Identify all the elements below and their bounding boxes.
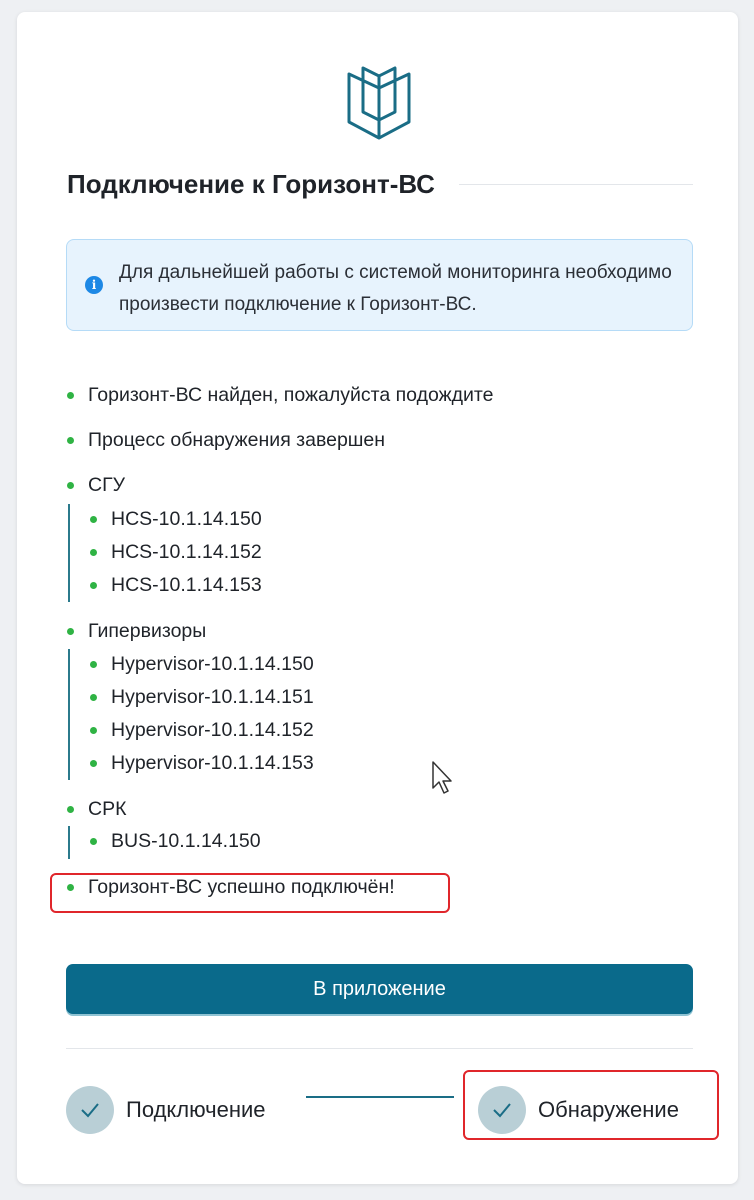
status-dot [67,482,74,489]
log-group-sgu: СГУ [67,474,125,497]
status-dot [90,549,97,556]
status-dot [67,392,74,399]
step-highlight [463,1070,719,1140]
list-item-text: HCS-10.1.14.152 [111,541,262,563]
log-text: Горизонт-ВС найден, пожалуйста подождите [88,384,494,406]
list-item-text: Hypervisor-10.1.14.152 [111,719,314,741]
list-item-text: HCS-10.1.14.153 [111,574,262,596]
log-group-label: СГУ [88,474,126,496]
list-item-text: Hypervisor-10.1.14.153 [111,752,314,774]
group-tree-line [68,826,70,859]
log-text: Процесс обнаружения завершен [88,429,386,451]
status-dot [90,760,97,767]
log-group-label: Гипервизоры [88,620,207,642]
list-item-text: Hypervisor-10.1.14.150 [111,653,314,675]
list-item-text: Hypervisor-10.1.14.151 [111,686,314,708]
log-group-hypervisors: Гипервизоры [67,620,206,643]
log-entry-found: Горизонт-ВС найден, пожалуйста подождите [67,384,493,407]
mouse-cursor-icon [432,761,452,794]
connection-card: Подключение к Горизонт-ВС i Для дальнейш… [17,12,738,1184]
list-item-text: BUS-10.1.14.150 [111,830,261,852]
log-group-srk: СРК [67,798,126,821]
group-tree-line [68,649,70,780]
success-highlight [50,873,450,913]
list-item-text: HCS-10.1.14.150 [111,508,262,530]
status-dot [90,694,97,701]
list-item: Hypervisor-10.1.14.150 [90,653,314,676]
list-item: HCS-10.1.14.152 [90,541,262,564]
open-app-button[interactable]: В приложение [66,964,693,1014]
status-dot [90,661,97,668]
list-item: Hypervisor-10.1.14.151 [90,686,314,709]
status-dot [67,806,74,813]
log-entry-discovery: Процесс обнаружения завершен [67,429,385,452]
list-item: HCS-10.1.14.150 [90,508,262,531]
status-dot [90,582,97,589]
step-label: Подключение [126,1097,266,1122]
step-connector [306,1096,454,1098]
list-item: Hypervisor-10.1.14.153 [90,752,314,775]
status-dot [90,838,97,845]
log-group-label: СРК [88,798,127,820]
list-item: BUS-10.1.14.150 [90,830,261,853]
status-dot [67,628,74,635]
section-divider [66,1048,693,1049]
status-dot [90,516,97,523]
list-item: HCS-10.1.14.153 [90,574,262,597]
check-icon [66,1086,114,1134]
group-tree-line [68,504,70,602]
list-item: Hypervisor-10.1.14.152 [90,719,314,742]
status-dot [67,437,74,444]
step-connection: Подключение [66,1086,266,1134]
status-dot [90,727,97,734]
